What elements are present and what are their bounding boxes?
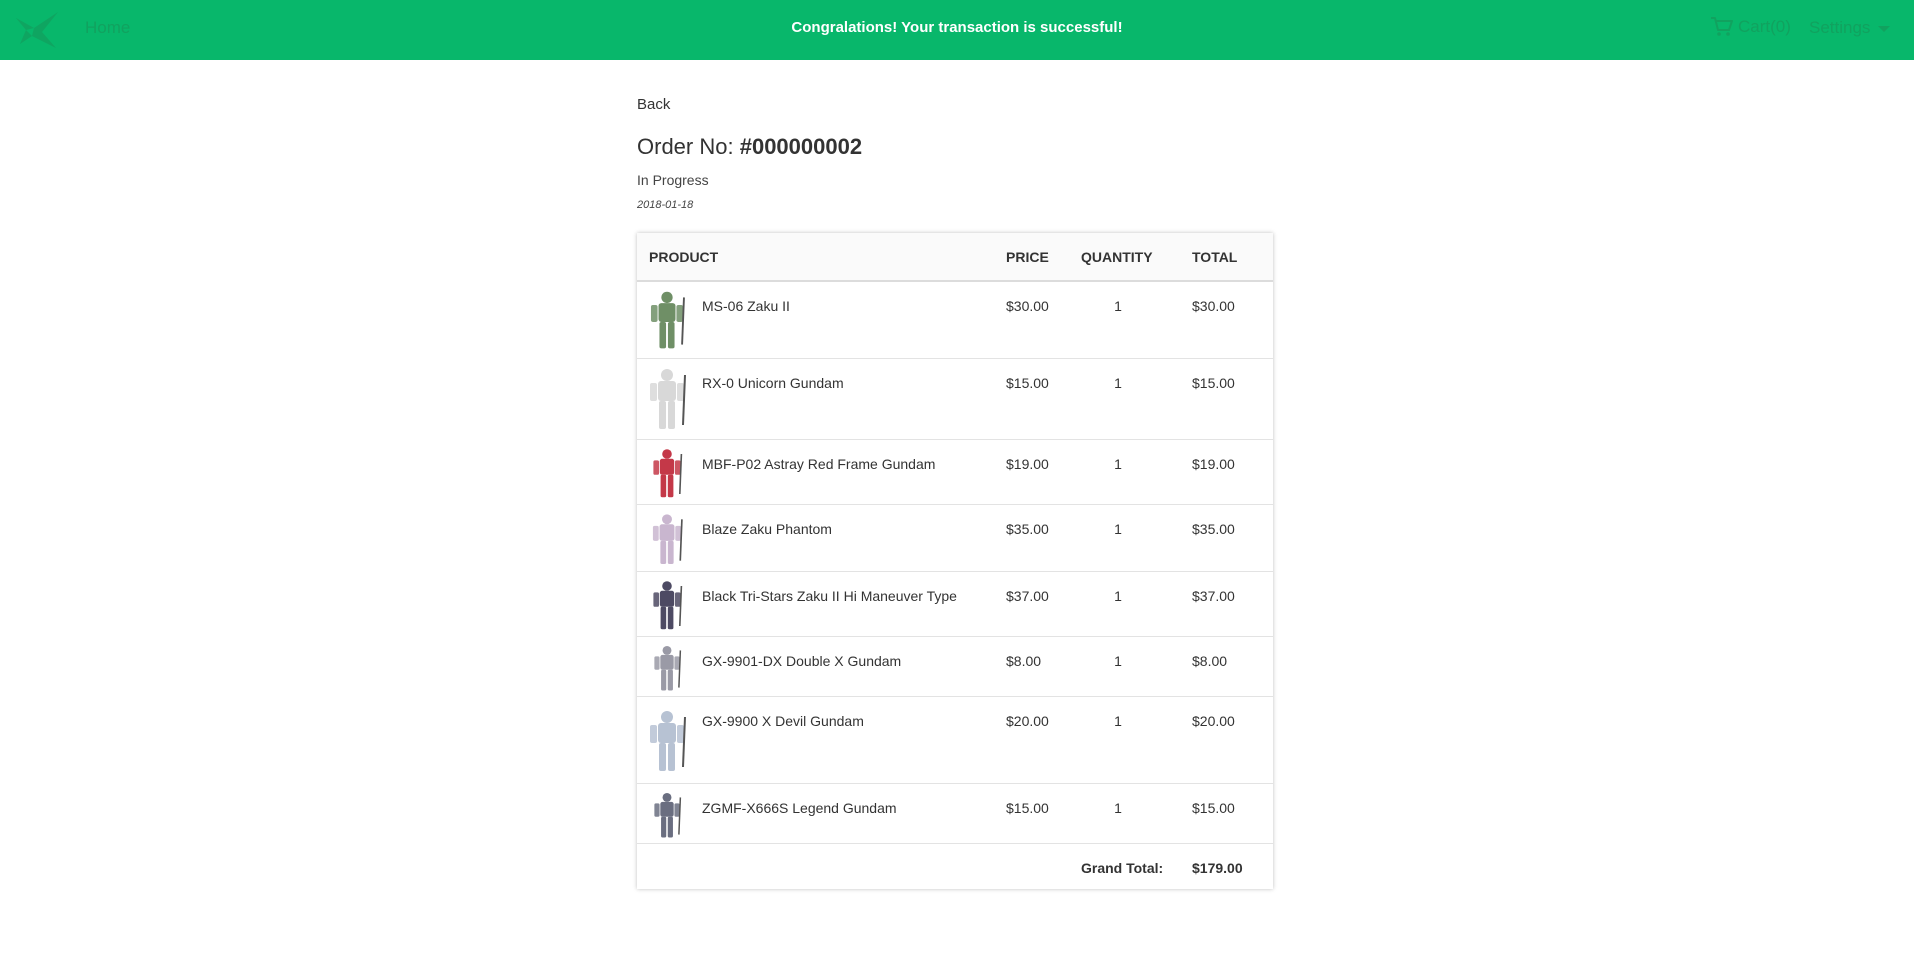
cart-label: Cart(0) [1738, 17, 1791, 36]
product-quantity: 1 [1081, 782, 1192, 843]
product-quantity: 1 [1081, 570, 1192, 636]
product-thumbnail-icon [654, 645, 682, 691]
table-row: GX-9900 X Devil Gundam $20.00 1 $20.00 [637, 695, 1273, 783]
product-thumbnail-icon [650, 291, 685, 349]
product-quantity: 1 [1081, 503, 1192, 571]
product-name: Black Tri-Stars Zaku II Hi Maneuver Type [702, 570, 1006, 636]
product-name: ZGMF-X666S Legend Gundam [702, 782, 1006, 843]
table-row: GX-9901-DX Double X Gundam $8.00 1 $8.00 [637, 635, 1273, 696]
product-price: $15.00 [1006, 357, 1081, 439]
product-total: $15.00 [1192, 782, 1273, 843]
product-thumbnail-cell [637, 280, 702, 358]
top-navbar: Home Congralations! Your transaction is … [0, 0, 1914, 60]
product-price: $20.00 [1006, 695, 1081, 783]
product-thumbnail-icon [654, 792, 682, 838]
product-total: $15.00 [1192, 357, 1273, 439]
product-name: GX-9901-DX Double X Gundam [702, 635, 1006, 696]
order-number: #000000002 [739, 134, 863, 159]
product-quantity: 1 [1081, 357, 1192, 439]
product-total: $37.00 [1192, 570, 1273, 636]
grand-total-row: Grand Total: $179.00 [637, 842, 1273, 891]
back-link[interactable]: Back [637, 96, 670, 113]
product-total: $35.00 [1192, 503, 1273, 571]
product-price: $30.00 [1006, 280, 1081, 358]
product-thumbnail-cell [637, 695, 702, 783]
table-row: MS-06 Zaku II $30.00 1 $30.00 [637, 280, 1273, 358]
order-title: Order No: #000000002 [637, 134, 862, 160]
gundam-logo-icon[interactable] [12, 10, 62, 50]
product-price: $19.00 [1006, 438, 1081, 504]
cart-icon [1711, 17, 1733, 36]
product-thumbnail-icon [652, 513, 683, 564]
product-thumbnail-icon [653, 448, 683, 497]
product-price: $15.00 [1006, 782, 1081, 843]
product-quantity: 1 [1081, 438, 1192, 504]
product-quantity: 1 [1081, 695, 1192, 783]
product-price: $8.00 [1006, 635, 1081, 696]
settings-dropdown[interactable]: Settings [1809, 18, 1891, 38]
order-status: In Progress [637, 172, 709, 188]
product-total: $19.00 [1192, 438, 1273, 504]
product-name: GX-9900 X Devil Gundam [702, 695, 1006, 783]
table-row: ZGMF-X666S Legend Gundam $15.00 1 $15.00 [637, 782, 1273, 843]
product-thumbnail-icon [650, 710, 686, 771]
chevron-down-icon [1878, 26, 1891, 32]
product-name: MS-06 Zaku II [702, 280, 1006, 358]
product-thumbnail-cell [637, 503, 702, 571]
grand-total-value: $179.00 [1192, 842, 1273, 891]
table-header-row: PRODUCT PRICE QUANTITY TOTAL [637, 233, 1273, 282]
header-price: PRICE [1006, 233, 1081, 282]
table-row: RX-0 Unicorn Gundam $15.00 1 $15.00 [637, 357, 1273, 439]
product-total: $20.00 [1192, 695, 1273, 783]
table-row: MBF-P02 Astray Red Frame Gundam $19.00 1 $1… [637, 438, 1273, 504]
product-thumbnail-cell [637, 438, 702, 504]
product-price: $37.00 [1006, 570, 1081, 636]
product-name: MBF-P02 Astray Red Frame Gundam [702, 438, 1006, 504]
settings-label: Settings [1809, 18, 1871, 37]
header-quantity: QUANTITY [1081, 233, 1192, 282]
product-quantity: 1 [1081, 635, 1192, 696]
product-thumbnail-icon [653, 580, 683, 629]
success-flash-message: Congralations! Your transaction is succe… [791, 19, 1123, 36]
table-row: Black Tri-Stars Zaku II Hi Maneuver Type… [637, 570, 1273, 636]
product-thumbnail-cell [637, 570, 702, 636]
product-total: $8.00 [1192, 635, 1273, 696]
product-name: Blaze Zaku Phantom [702, 503, 1006, 571]
product-quantity: 1 [1081, 280, 1192, 358]
header-total: TOTAL [1192, 233, 1273, 282]
nav-home-link[interactable]: Home [85, 18, 130, 38]
product-thumbnail-icon [650, 368, 686, 429]
order-number-prefix: Order No: [637, 134, 734, 159]
product-total: $30.00 [1192, 280, 1273, 358]
grand-total-spacer [637, 842, 1081, 891]
cart-link[interactable]: Cart(0) [1710, 16, 1791, 38]
product-name: RX-0 Unicorn Gundam [702, 357, 1006, 439]
table-body: MS-06 Zaku II $30.00 1 $30.00 RX-0 Unicorn G… [637, 280, 1273, 843]
order-date: 2018-01-18 [637, 199, 694, 211]
header-product: PRODUCT [637, 233, 1006, 282]
order-items-card: PRODUCT PRICE QUANTITY TOTAL MS-06 Zaku … [637, 233, 1273, 891]
product-thumbnail-cell [637, 635, 702, 696]
product-thumbnail-cell [637, 782, 702, 843]
grand-total-label: Grand Total: [1081, 842, 1192, 891]
order-items-table: PRODUCT PRICE QUANTITY TOTAL MS-06 Zaku … [637, 233, 1273, 891]
table-row: Blaze Zaku Phantom $35.00 1 $35.00 [637, 503, 1273, 571]
product-price: $35.00 [1006, 503, 1081, 571]
product-thumbnail-cell [637, 357, 702, 439]
